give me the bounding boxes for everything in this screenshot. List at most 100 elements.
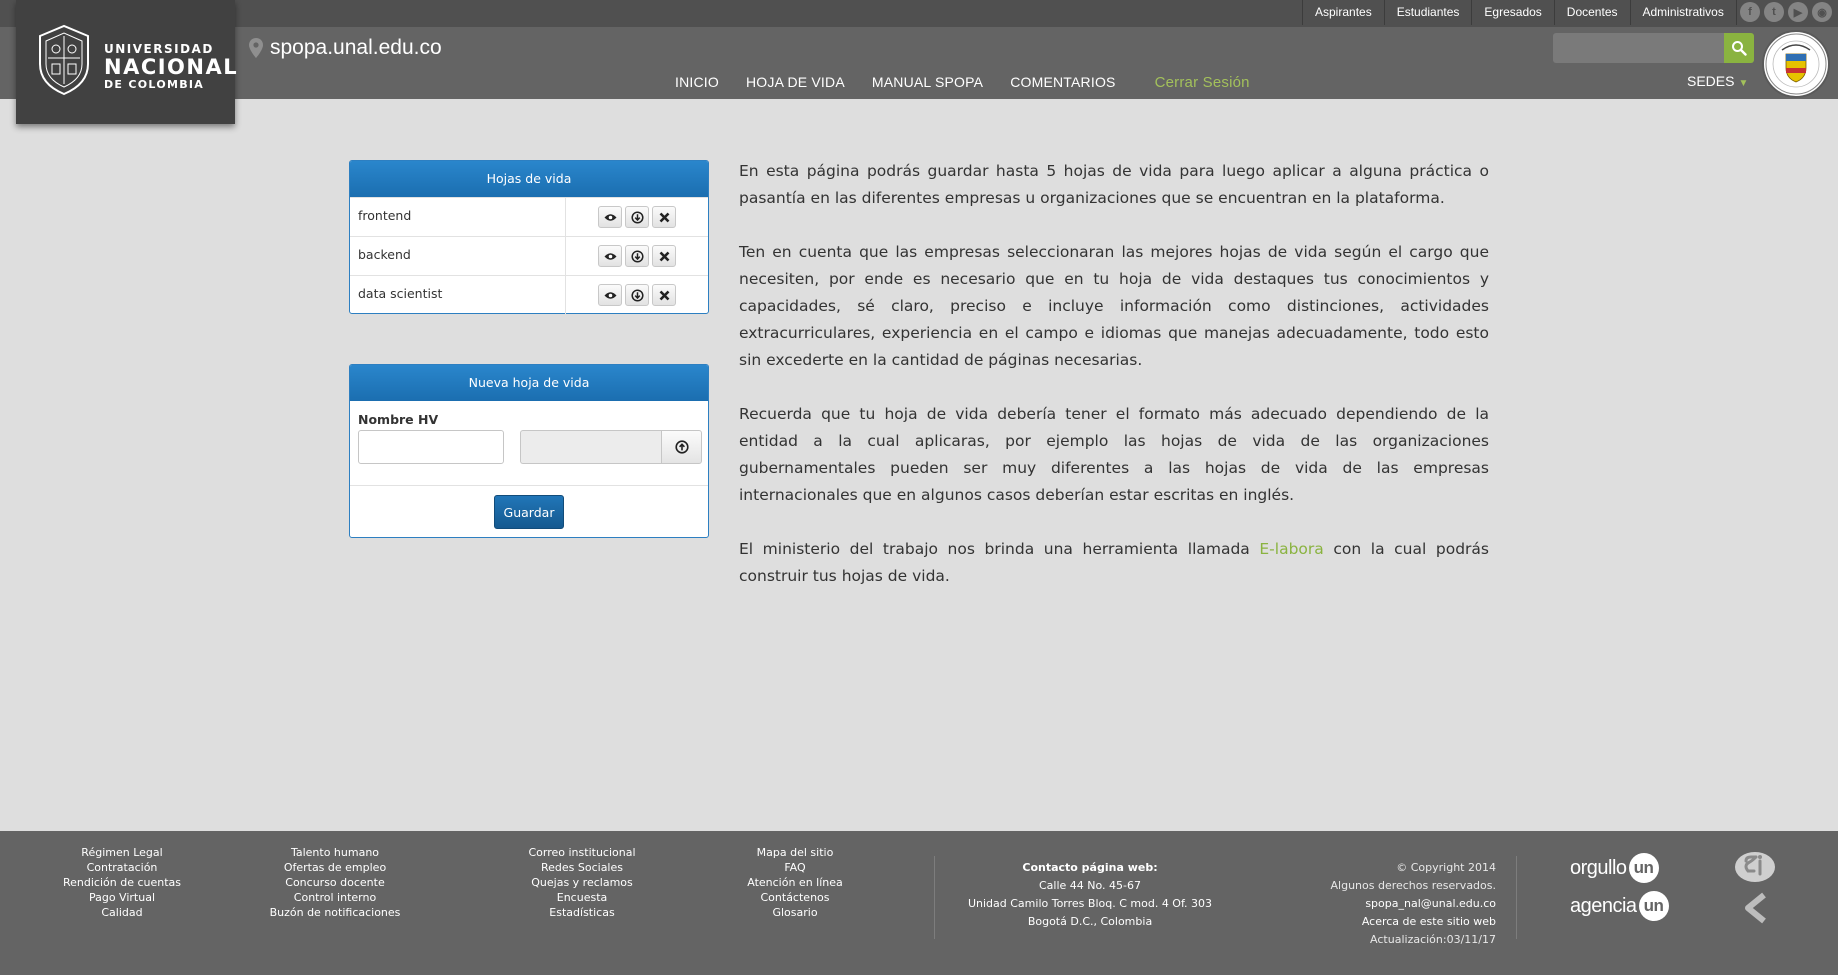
save-button[interactable]: Guardar — [494, 495, 564, 529]
footer-link-ofertas-empleo[interactable]: Ofertas de empleo — [265, 860, 405, 875]
view-cv-button[interactable] — [598, 206, 622, 228]
contact-building: Unidad Camilo Torres Bloq. C mod. 4 Of. … — [967, 897, 1213, 910]
footer-link-mapa-sitio[interactable]: Mapa del sitio — [745, 845, 845, 860]
footer-column-2: Talento humano Ofertas de empleo Concurs… — [265, 845, 405, 920]
colombia-coat-of-arms[interactable] — [1762, 30, 1830, 98]
top-link-administrativos[interactable]: Administrativos — [1629, 0, 1737, 25]
footer-link-atencion-linea[interactable]: Atención en línea — [745, 875, 845, 890]
footer-link-pago-virtual[interactable]: Pago Virtual — [60, 890, 184, 905]
nav-comentarios[interactable]: COMENTARIOS — [1010, 74, 1115, 90]
cv-name: data scientist — [350, 276, 566, 314]
info-text: En esta página podrás guardar hasta 5 ho… — [739, 158, 1489, 617]
about-site-link[interactable]: Acerca de este sitio web — [1290, 913, 1496, 931]
agencia-word: agencia — [1570, 894, 1637, 917]
si-logo-icon[interactable] — [1732, 849, 1778, 885]
footer-column-4: Mapa del sitio FAQ Atención en línea Con… — [745, 845, 845, 920]
nav-cerrar-sesion[interactable]: Cerrar Sesión — [1155, 74, 1250, 91]
main-nav: INICIO HOJA DE VIDA MANUAL SPOPA COMENTA… — [675, 71, 1277, 93]
copyright-text: © Copyright 2014 — [1396, 861, 1496, 874]
contact-email-link[interactable]: spopa_nal@unal.edu.co — [1290, 895, 1496, 913]
rights-reserved-text: Algunos derechos reservados. — [1330, 879, 1497, 892]
footer-link-calidad[interactable]: Calidad — [60, 905, 184, 920]
download-circle-icon — [630, 249, 644, 263]
footer-link-talento-humano[interactable]: Talento humano — [265, 845, 405, 860]
nav-manual-spopa[interactable]: MANUAL SPOPA — [872, 74, 983, 90]
top-link-docentes[interactable]: Docentes — [1553, 0, 1630, 25]
view-cv-button[interactable] — [598, 245, 622, 267]
rss-icon[interactable]: ◉ — [1812, 2, 1832, 22]
info-paragraph-1: En esta página podrás guardar hasta 5 ho… — [739, 162, 1489, 207]
delete-cv-button[interactable] — [652, 206, 676, 228]
eye-icon — [604, 291, 616, 299]
cv-list-panel: Hojas de vida frontend backend data scie… — [349, 160, 709, 314]
last-updated-text: Actualización:03/11/17 — [1370, 933, 1496, 946]
search-button[interactable] — [1724, 33, 1754, 63]
footer-link-control-interno[interactable]: Control interno — [265, 890, 405, 905]
footer-link-regimen-legal[interactable]: Régimen Legal — [60, 845, 184, 860]
back-arrow-icon[interactable] — [1738, 891, 1774, 925]
cv-name-label: Nombre HV — [358, 412, 439, 427]
upload-file-button[interactable] — [661, 430, 702, 464]
footer-contact: Contacto página web: Calle 44 No. 45-67 … — [950, 859, 1230, 931]
download-cv-button[interactable] — [625, 206, 649, 228]
elabora-link[interactable]: E-labora — [1259, 540, 1323, 558]
footer-divider — [1516, 856, 1517, 939]
footer-link-estadisticas[interactable]: Estadísticas — [522, 905, 642, 920]
nav-hoja-de-vida[interactable]: HOJA DE VIDA — [746, 74, 845, 90]
table-row: frontend — [350, 197, 708, 236]
footer-link-quejas-reclamos[interactable]: Quejas y reclamos — [522, 875, 642, 890]
nav-inicio[interactable]: INICIO — [675, 74, 719, 90]
download-cv-button[interactable] — [625, 284, 649, 306]
search-input[interactable] — [1553, 33, 1725, 63]
top-link-aspirantes[interactable]: Aspirantes — [1302, 0, 1384, 25]
close-icon — [659, 251, 669, 261]
agencia-un-mark: un — [1638, 891, 1669, 921]
sedes-label: SEDES — [1687, 73, 1735, 89]
university-shield-icon — [39, 24, 89, 96]
contact-heading: Contacto página web: — [1022, 861, 1158, 874]
view-cv-button[interactable] — [598, 284, 622, 306]
footer-column-1: Régimen Legal Contratación Rendición de … — [60, 845, 184, 920]
cv-list-title: Hojas de vida — [350, 161, 708, 197]
footer-link-contratacion[interactable]: Contratación — [60, 860, 184, 875]
site-url[interactable]: spopa.unal.edu.co — [249, 33, 442, 63]
footer-link-glosario[interactable]: Glosario — [745, 905, 845, 920]
footer-rights: © Copyright 2014 Algunos derechos reserv… — [1290, 859, 1497, 949]
footer-link-faq[interactable]: FAQ — [745, 860, 845, 875]
orgullo-un-logo[interactable]: orgullo un — [1570, 853, 1659, 883]
caret-down-icon: ▼ — [1738, 78, 1749, 89]
orgullo-un-mark: un — [1628, 853, 1659, 883]
download-circle-icon — [630, 288, 644, 302]
cv-name-input[interactable] — [358, 430, 504, 464]
close-icon — [659, 290, 669, 300]
footer-link-concurso-docente[interactable]: Concurso docente — [265, 875, 405, 890]
footer-link-correo-institucional[interactable]: Correo institucional — [522, 845, 642, 860]
youtube-icon[interactable]: ▶ — [1788, 2, 1808, 22]
file-path-field[interactable] — [520, 430, 662, 464]
download-circle-icon — [630, 210, 644, 224]
search-icon — [1732, 41, 1747, 56]
cv-name: backend — [350, 237, 566, 275]
info-paragraph-3: Recuerda que tu hoja de vida debería ten… — [739, 405, 1489, 504]
footer-link-contactenos[interactable]: Contáctenos — [745, 890, 845, 905]
delete-cv-button[interactable] — [652, 245, 676, 267]
footer-column-3: Correo institucional Redes Sociales Quej… — [522, 845, 642, 920]
info-paragraph-4: El ministerio del trabajo nos brinda una… — [739, 536, 1489, 590]
footer-link-encuesta[interactable]: Encuesta — [522, 890, 642, 905]
eye-icon — [604, 213, 616, 221]
delete-cv-button[interactable] — [652, 284, 676, 306]
logo-line-3: DE COLOMBIA — [104, 78, 205, 91]
contact-address: Calle 44 No. 45-67 — [1038, 879, 1141, 892]
footer-link-redes-sociales[interactable]: Redes Sociales — [522, 860, 642, 875]
cv-actions — [566, 198, 708, 236]
top-link-estudiantes[interactable]: Estudiantes — [1383, 0, 1472, 25]
university-logo[interactable]: UNIVERSIDAD NACIONAL DE COLOMBIA — [16, 0, 237, 124]
twitter-icon[interactable]: t — [1764, 2, 1784, 22]
agencia-un-logo[interactable]: agencia un — [1570, 891, 1669, 921]
footer-link-buzon-notificaciones[interactable]: Buzón de notificaciones — [265, 905, 405, 920]
top-link-egresados[interactable]: Egresados — [1471, 0, 1553, 25]
footer-link-rendicion-cuentas[interactable]: Rendición de cuentas — [60, 875, 184, 890]
download-cv-button[interactable] — [625, 245, 649, 267]
facebook-icon[interactable]: f — [1740, 2, 1760, 22]
sedes-dropdown[interactable]: SEDES ▼ — [1687, 73, 1748, 89]
